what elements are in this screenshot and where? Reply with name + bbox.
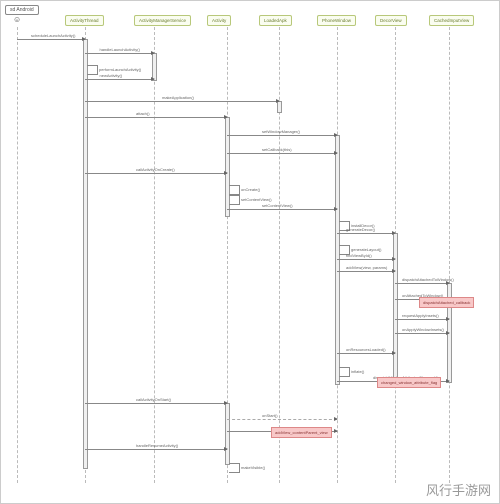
self-message-22 [339, 367, 350, 377]
activation-4 [335, 135, 340, 385]
message-label-24: callActivityOnStart() [136, 397, 171, 402]
message-7 [227, 153, 337, 154]
message-5 [85, 117, 227, 118]
message-label-2: performLaunchActivity() [99, 67, 141, 72]
lifeline-loadedapk [279, 27, 280, 483]
actor-icon: ☺ [13, 15, 21, 24]
message-6 [227, 135, 337, 136]
message-label-0: scheduleLaunchActivity() [31, 33, 75, 38]
participant-cachedinputview: CachedInputView [429, 15, 474, 26]
participant-loadedapk: LoadedApk [259, 15, 292, 26]
message-label-13: generateDecor() [346, 227, 375, 232]
message-label-19: requestApplyInsets() [402, 313, 439, 318]
message-13 [337, 233, 395, 234]
message-label-25: onStart() [262, 413, 278, 418]
message-19 [395, 319, 449, 320]
note-0: dispatchAttached_callback [419, 297, 474, 308]
message-20 [395, 333, 449, 334]
message-label-4: makeApplication() [162, 95, 194, 100]
message-label-22: inflate() [351, 369, 364, 374]
self-message-10 [229, 195, 240, 205]
message-15 [337, 259, 395, 260]
message-label-5: attach() [136, 111, 150, 116]
participant-activitymanagerservice: ActivityManagerService [134, 15, 191, 26]
participant-activitythread: ActivityThread [65, 15, 104, 26]
note-2: addView_contentParent_view [271, 427, 332, 438]
message-label-11: setContentView() [262, 203, 293, 208]
message-label-28: makeVisible() [241, 465, 265, 470]
participant-decorview: DecorView [375, 15, 407, 26]
message-label-9: onCreate() [241, 187, 260, 192]
message-3 [85, 79, 154, 80]
message-11 [227, 209, 337, 210]
message-1 [85, 53, 154, 54]
message-17 [395, 283, 449, 284]
message-27 [85, 449, 227, 450]
message-8 [85, 173, 227, 174]
message-21 [337, 353, 395, 354]
frame-label: sd Android [5, 5, 39, 15]
message-label-20: onApplyWindowInsets() [402, 327, 444, 332]
message-24 [85, 403, 227, 404]
message-label-3: newActivity() [100, 73, 123, 78]
activation-0 [83, 39, 88, 469]
actor-lifeline [17, 27, 18, 483]
self-message-28 [229, 463, 240, 473]
message-25 [227, 419, 337, 420]
participant-phonewindow: PhoneWindow [317, 15, 356, 26]
message-label-21: onResourcesLoaded() [346, 347, 386, 352]
message-label-15: findViewById() [346, 253, 372, 258]
message-0 [17, 39, 85, 40]
message-16 [337, 271, 395, 272]
message-label-27: handleResumeActivity() [136, 443, 178, 448]
self-message-9 [229, 185, 240, 195]
message-label-1: handleLaunchActivity() [100, 47, 140, 52]
message-label-17: dispatchAttachedToWindow() [402, 277, 454, 282]
lifeline-cachedinputview [449, 27, 450, 483]
lifeline-activitymanagerservice [154, 27, 155, 483]
message-label-8: callActivityOnCreate() [136, 167, 175, 172]
watermark: 风行手游网 [426, 480, 491, 499]
participant-activity: Activity [207, 15, 231, 26]
message-4 [85, 101, 279, 102]
sequence-diagram: sd Android ☺ ActivityThread ActivityManag… [0, 0, 500, 504]
message-label-14: generateLayout() [351, 247, 381, 252]
self-message-2 [87, 65, 98, 75]
activation-7 [225, 403, 230, 465]
note-1: changed_window_attribute_flag [377, 377, 441, 388]
message-label-6: setWindowManager() [262, 129, 300, 134]
message-label-16: addView(view, params) [346, 265, 387, 270]
activation-5 [393, 233, 398, 383]
message-label-10: setContentView() [241, 197, 272, 202]
message-label-7: setCallback(this) [262, 147, 292, 152]
